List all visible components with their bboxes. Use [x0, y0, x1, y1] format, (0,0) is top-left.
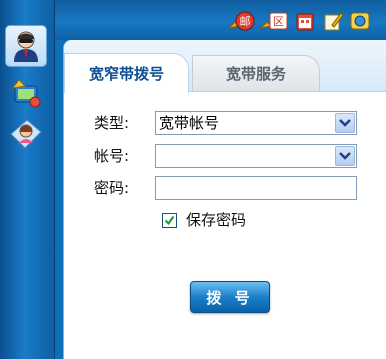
password-label: 密码:	[94, 179, 130, 197]
contacts-book-icon	[10, 119, 42, 149]
region-badge-text: 区	[273, 15, 284, 28]
left-sidebar	[0, 0, 55, 359]
tab-strip: 宽带服务 宽窄带拨号	[64, 40, 386, 93]
note-button[interactable]	[321, 9, 345, 33]
region-icon: 区	[259, 12, 288, 30]
type-select[interactable]: 宽带帐号	[155, 111, 357, 135]
network-icon	[11, 79, 41, 108]
note-icon	[324, 12, 344, 31]
remember-password-label[interactable]: 保存密码	[186, 209, 246, 231]
checkmark-icon	[164, 215, 175, 226]
type-dropdown-button[interactable]	[335, 113, 355, 133]
sidebar-item-contacts[interactable]	[5, 112, 47, 154]
region-button[interactable]: 区	[259, 9, 289, 33]
dialer-panel: 宽带服务 宽窄带拨号 类型: 宽带帐号 帐号: 密码: 保存密码 拨 号	[63, 40, 386, 359]
chevron-down-icon	[339, 152, 351, 160]
dial-button[interactable]: 拨 号	[190, 281, 270, 313]
tab-broadband-service[interactable]: 宽带服务	[192, 55, 320, 91]
top-toolbar: 邮 区	[55, 0, 386, 40]
mail-icon: 邮	[227, 11, 255, 31]
mail-badge-text: 邮	[240, 15, 251, 28]
sidebar-item-account[interactable]	[5, 25, 47, 67]
password-field[interactable]	[155, 176, 357, 200]
calendar-icon	[296, 13, 314, 31]
browser-button[interactable]	[348, 9, 372, 33]
account-label: 帐号:	[94, 147, 130, 165]
mail-button[interactable]: 邮	[227, 9, 255, 33]
user-avatar-icon	[14, 31, 38, 62]
browser-icon	[350, 12, 370, 30]
chevron-down-icon	[339, 119, 351, 127]
type-label: 类型:	[94, 114, 130, 132]
account-dropdown-button[interactable]	[335, 146, 355, 166]
tab-dialup[interactable]: 宽窄带拨号	[64, 53, 189, 93]
type-select-value: 宽带帐号	[159, 114, 220, 132]
remember-password-checkbox[interactable]	[162, 213, 177, 228]
sidebar-item-network[interactable]	[5, 72, 47, 114]
calendar-button[interactable]	[293, 9, 317, 33]
account-combobox[interactable]	[155, 144, 357, 168]
